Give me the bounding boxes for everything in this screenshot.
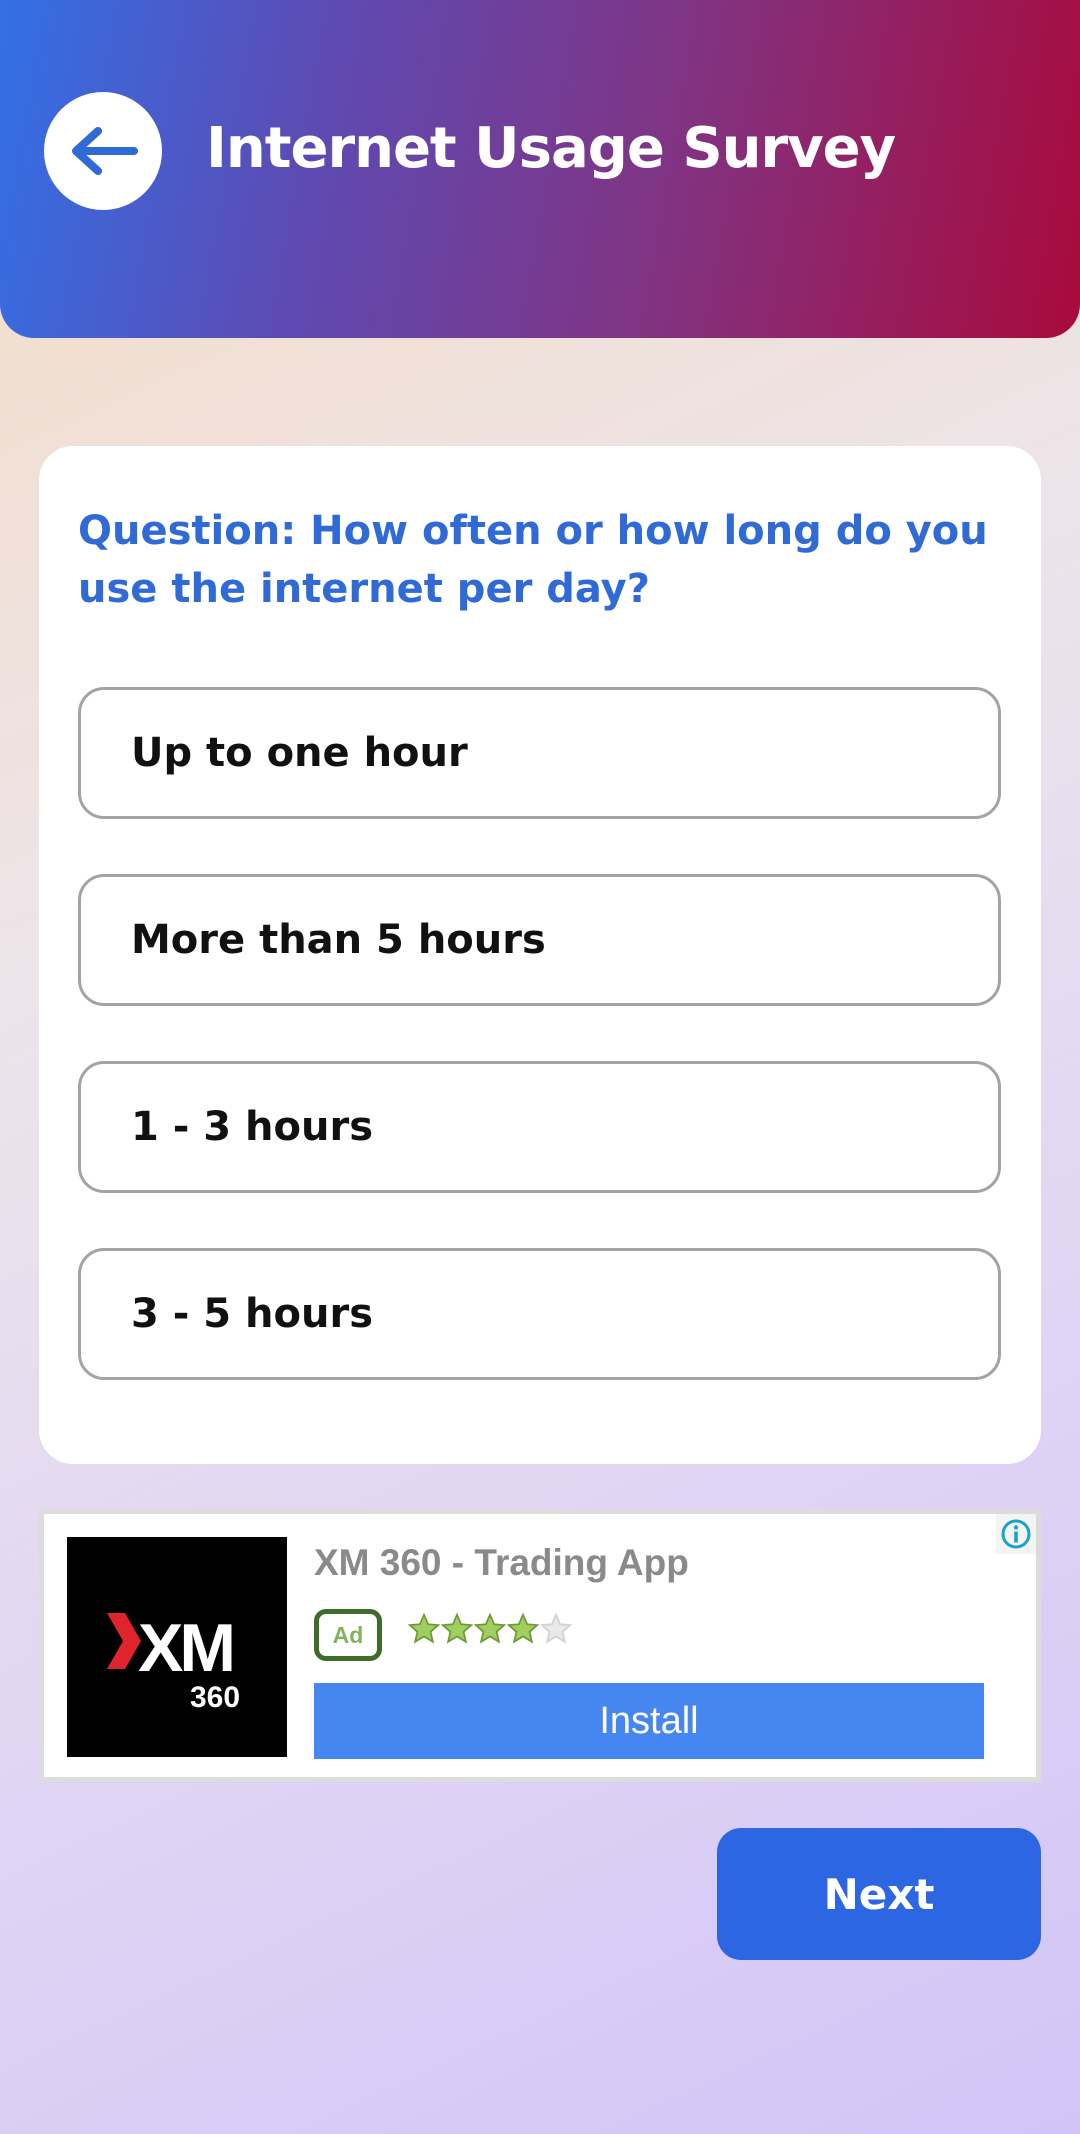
page-title: Internet Usage Survey [206,116,896,181]
option-1-3-hours[interactable]: 1 - 3 hours [78,1061,1001,1193]
info-icon [1001,1519,1031,1549]
ad-info-button[interactable] [996,1514,1036,1554]
star-icon [507,1612,539,1644]
ad-logo-subtext: 360 [190,1681,240,1714]
star-icon [474,1612,506,1644]
ad-install-button[interactable]: Install [314,1683,984,1759]
ad-title[interactable]: XM 360 - Trading App [314,1542,689,1584]
arrow-left-icon [72,127,138,175]
ad-rating-stars [408,1612,572,1648]
ad-app-logo[interactable]: XM 360 [67,1537,287,1757]
ad-badge: Ad [314,1609,382,1661]
question-text: Question: How often or how long do you u… [78,508,988,612]
star-icon [540,1612,572,1644]
ad-logo-text: XM [138,1610,232,1686]
header-bar: Internet Usage Survey [0,0,1080,338]
back-button[interactable] [44,92,162,210]
ad-banner[interactable]: XM 360 XM 360 - Trading App Ad Install [39,1509,1041,1782]
star-icon [408,1612,440,1644]
option-more-than-5-hours[interactable]: More than 5 hours [78,874,1001,1006]
next-button[interactable]: Next [717,1828,1041,1960]
option-3-5-hours[interactable]: 3 - 5 hours [78,1248,1001,1380]
question-card: Question: How often or how long do you u… [39,446,1041,1464]
star-icon [441,1612,473,1644]
option-up-to-one-hour[interactable]: Up to one hour [78,687,1001,819]
